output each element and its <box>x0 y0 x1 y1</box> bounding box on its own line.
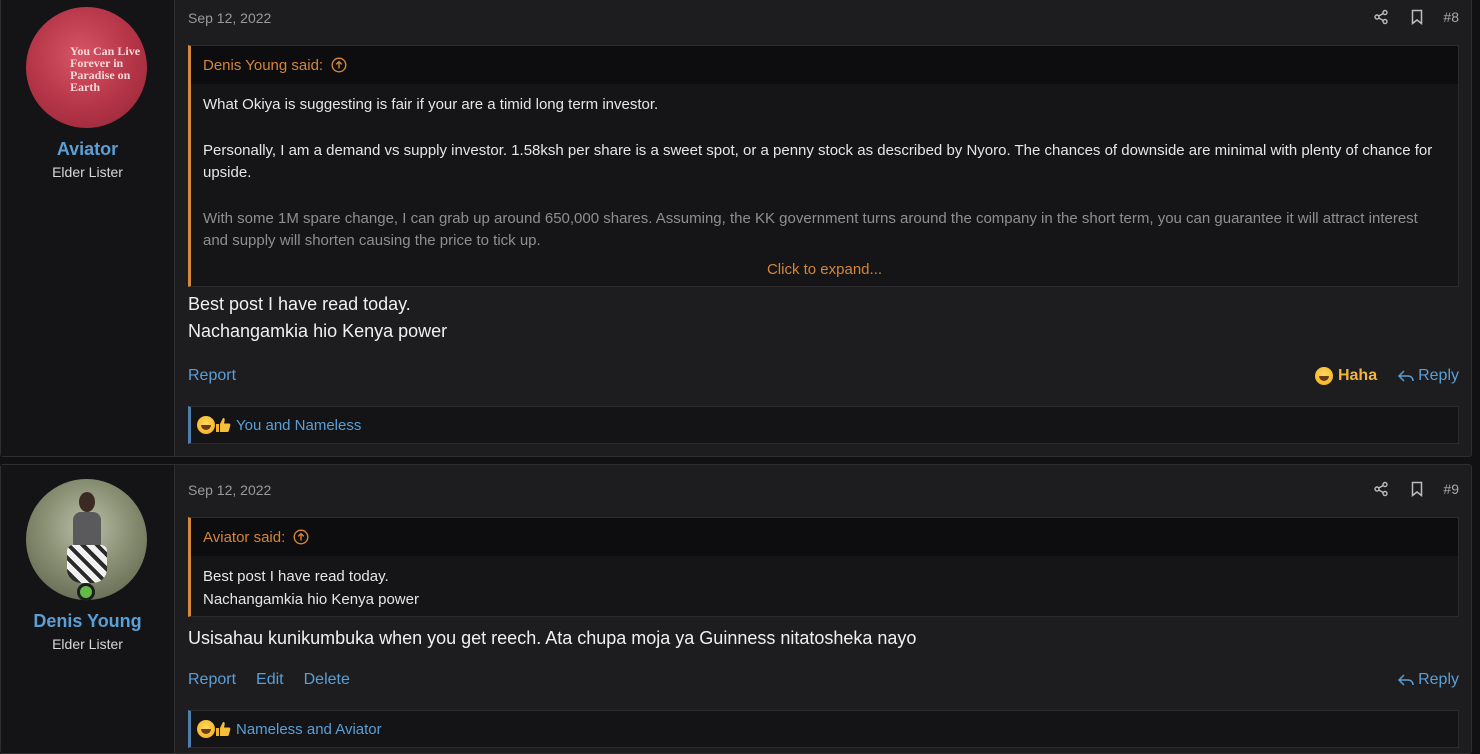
reply-label: Reply <box>1418 671 1459 688</box>
thumbs-up-icon <box>214 416 232 434</box>
online-status-icon <box>77 583 95 601</box>
post-date[interactable]: Sep 12, 2022 <box>188 10 271 26</box>
post-8: You Can Live Forever in Paradise on Eart… <box>0 0 1472 457</box>
reactions-bar[interactable]: You and Nameless <box>188 406 1459 444</box>
laughing-emoji-icon <box>197 720 215 738</box>
haha-reaction-button[interactable]: Haha <box>1314 367 1378 385</box>
reply-button[interactable]: Reply <box>1397 671 1459 689</box>
username[interactable]: Denis Young <box>1 611 174 632</box>
post-message: Best post I have read today. Nachangamki… <box>188 291 1459 345</box>
quote-author[interactable]: Aviator said: <box>203 529 285 546</box>
reply-label: Reply <box>1418 367 1459 384</box>
quote-paragraph: What Okiya is suggesting is fair if your… <box>203 96 659 113</box>
quote-header[interactable]: Denis Young said: <box>191 46 1458 84</box>
reaction-label: Haha <box>1337 367 1378 384</box>
post-message: Usisahau kunikumbuka when you get reech.… <box>188 625 1459 652</box>
reactions-users[interactable]: You and Nameless <box>236 417 361 434</box>
quote-body: Best post I have read today. Nachangamki… <box>191 556 1458 611</box>
message-line: Usisahau kunikumbuka when you get reech.… <box>188 628 917 648</box>
reply-icon <box>1398 674 1414 686</box>
arrow-up-circle-icon[interactable] <box>293 529 309 545</box>
reply-button[interactable]: Reply <box>1397 367 1459 385</box>
bookmark-icon[interactable] <box>1409 481 1425 497</box>
laughing-emoji-icon <box>1314 367 1333 385</box>
post-tools: #9 <box>1353 479 1459 499</box>
user-title: Elder Lister <box>52 636 123 652</box>
post-main: Sep 12, 2022 #8 Denis Young said: What O… <box>188 0 1459 456</box>
post-number[interactable]: #8 <box>1443 9 1459 25</box>
reactions-users[interactable]: Nameless and Aviator <box>236 721 382 738</box>
quote-paragraph: Best post I have read today. <box>203 568 389 585</box>
share-icon[interactable] <box>1373 9 1389 25</box>
avatar[interactable] <box>26 479 147 600</box>
message-line: Best post I have read today. <box>188 294 411 314</box>
avatar-text: You Can Live Forever in Paradise on Eart… <box>70 44 141 94</box>
avatar[interactable]: You Can Live Forever in Paradise on Eart… <box>26 7 147 128</box>
share-icon[interactable] <box>1373 481 1389 497</box>
user-cell: You Can Live Forever in Paradise on Eart… <box>1 0 175 456</box>
bookmark-icon[interactable] <box>1409 9 1425 25</box>
edit-link[interactable]: Edit <box>256 671 284 689</box>
quote-block: Denis Young said: What Okiya is suggesti… <box>188 45 1459 287</box>
quote-block: Aviator said: Best post I have read toda… <box>188 517 1459 617</box>
report-link[interactable]: Report <box>188 367 236 385</box>
quote-paragraph: Nachangamkia hio Kenya power <box>203 590 419 608</box>
quote-body: What Okiya is suggesting is fair if your… <box>191 84 1458 253</box>
avatar-figure-body <box>73 512 101 546</box>
post-main: Sep 12, 2022 #9 Aviator said: Best post … <box>188 465 1459 753</box>
post-tools: #8 <box>1353 7 1459 27</box>
thumbs-up-icon <box>214 720 232 738</box>
post-number[interactable]: #9 <box>1443 481 1459 497</box>
laughing-emoji-icon <box>197 416 215 434</box>
user-cell: Denis Young Elder Lister <box>1 465 175 753</box>
username[interactable]: Aviator <box>1 139 174 160</box>
user-title: Elder Lister <box>52 164 123 180</box>
post-actions: Report Haha Reply <box>188 367 1459 389</box>
reply-icon <box>1398 370 1414 382</box>
avatar-figure-skirt <box>67 545 107 583</box>
quote-paragraph: With some 1M spare change, I can grab up… <box>203 209 1418 250</box>
post-actions: Report Edit Delete Reply <box>188 671 1459 693</box>
post-9: Denis Young Elder Lister Sep 12, 2022 #9… <box>0 464 1472 754</box>
quote-author[interactable]: Denis Young said: <box>203 57 323 74</box>
quote-paragraph: Personally, I am a demand vs supply inve… <box>203 141 1433 182</box>
reactions-bar[interactable]: Nameless and Aviator <box>188 710 1459 748</box>
quote-header[interactable]: Aviator said: <box>191 518 1458 556</box>
avatar-figure-head <box>79 492 95 512</box>
arrow-up-circle-icon[interactable] <box>331 57 347 73</box>
delete-link[interactable]: Delete <box>304 671 350 689</box>
post-date[interactable]: Sep 12, 2022 <box>188 482 271 498</box>
report-link[interactable]: Report <box>188 671 236 689</box>
message-line: Nachangamkia hio Kenya power <box>188 321 448 341</box>
click-to-expand-link[interactable]: Click to expand... <box>191 261 1458 278</box>
